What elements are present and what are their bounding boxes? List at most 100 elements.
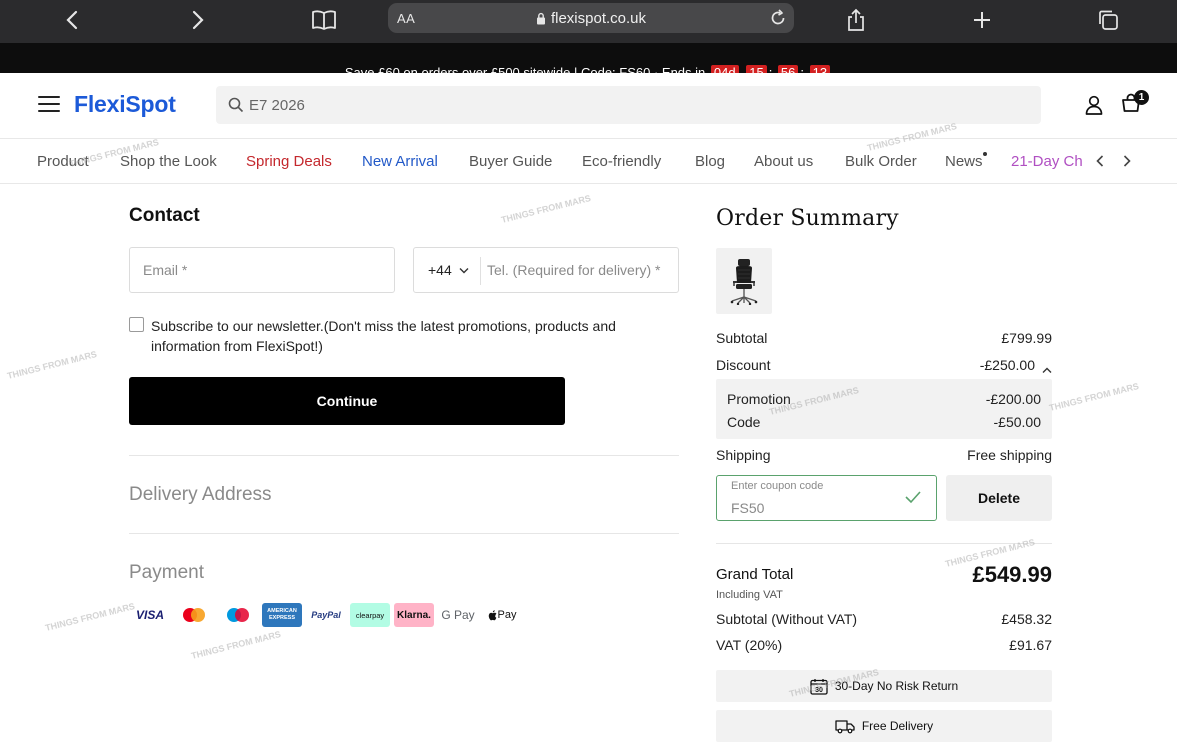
share-icon[interactable] [842, 6, 870, 34]
email-input[interactable] [130, 248, 394, 292]
vat-label: VAT (20%) [716, 637, 783, 653]
coupon-input[interactable]: Enter coupon code FS50 [716, 475, 937, 521]
promotion-label: Promotion [727, 391, 791, 407]
free-delivery-badge[interactable]: Free Delivery [716, 710, 1052, 742]
watermark: THINGS FROM MARS [44, 601, 136, 633]
apple-pay-logo: Pay [482, 603, 522, 627]
delivery-address-title[interactable]: Delivery Address [129, 484, 272, 506]
discount-row[interactable]: Discount -£250.00 [716, 357, 1052, 373]
phone-input[interactable] [474, 248, 674, 292]
newsletter-checkbox[interactable] [129, 317, 144, 332]
nav-item-new-arrival[interactable]: New Arrival [362, 153, 438, 170]
country-code-select[interactable]: +44 [428, 262, 469, 278]
subtotal-without-vat-row: Subtotal (Without VAT) £458.32 [716, 611, 1052, 627]
menu-icon[interactable] [38, 96, 60, 114]
bookmarks-icon[interactable] [310, 6, 338, 34]
search-bar[interactable] [216, 86, 1041, 124]
watermark: THINGS FROM MARS [1048, 381, 1140, 413]
email-field[interactable] [129, 247, 395, 293]
grand-total-value: £549.99 [972, 562, 1052, 587]
forward-icon[interactable] [184, 6, 212, 34]
countdown-seconds: 13 [809, 65, 831, 73]
nav-item-bulk-order[interactable]: Bulk Order [845, 153, 917, 170]
section-divider [129, 533, 679, 534]
site-logo[interactable]: FlexiSpot [74, 91, 176, 118]
grand-total-label: Grand Total [716, 566, 794, 583]
newsletter-label: Subscribe to our newsletter.(Don't miss … [151, 318, 616, 354]
browser-toolbar: AA flexispot.co.uk [0, 0, 1177, 43]
promotion-value: -£200.00 [985, 391, 1041, 407]
search-icon[interactable] [228, 97, 244, 113]
subtotal-label: Subtotal [716, 330, 768, 346]
summary-divider [716, 543, 1052, 544]
paypal-logo: PayPal [311, 610, 341, 620]
url-text: flexispot.co.uk [550, 10, 647, 27]
truck-icon [835, 720, 855, 734]
return-policy-text: 30-Day No Risk Return [834, 679, 959, 693]
product-thumbnail[interactable] [716, 248, 772, 314]
including-vat-note: Including VAT [716, 589, 783, 601]
code-row: Code -£50.00 [727, 414, 1041, 430]
search-input[interactable] [249, 86, 1009, 124]
discount-value: -£250.00 [979, 357, 1035, 373]
nav-prev-icon[interactable] [1090, 150, 1110, 172]
discount-breakdown: Promotion -£200.00 Code -£50.00 [716, 379, 1052, 439]
reload-icon[interactable] [768, 8, 788, 33]
news-indicator-dot [983, 152, 987, 156]
countdown-minutes: 56 [777, 65, 799, 73]
countdown-days: 04d [710, 65, 739, 73]
back-icon[interactable] [58, 6, 86, 34]
visa-logo: VISA [135, 608, 164, 622]
nav-item-about-us[interactable]: About us [754, 153, 813, 170]
watermark: THINGS FROM MARS [500, 193, 592, 225]
new-tab-icon[interactable] [968, 6, 996, 34]
calendar-days: 30 [815, 687, 823, 694]
calendar-icon: 30 [810, 678, 828, 695]
category-nav: Product Shop the Look Spring Deals New A… [0, 140, 1177, 184]
nav-item-news[interactable]: News [945, 153, 983, 170]
return-policy-badge[interactable]: 30 30-Day No Risk Return [716, 670, 1052, 702]
coupon-value[interactable]: FS50 [731, 500, 764, 516]
nav-item-eco-friendly[interactable]: Eco-friendly [582, 153, 661, 170]
discount-label: Discount [716, 357, 771, 373]
vat-value: £91.67 [1009, 637, 1052, 653]
nav-item-product[interactable]: Product [37, 153, 89, 170]
google-pay-logo: G Pay [441, 608, 475, 622]
apple-pay-label: Pay [497, 609, 517, 621]
maestro-logo [218, 603, 258, 627]
subtotal-value: £799.99 [1001, 330, 1052, 346]
contact-title: Contact [129, 205, 200, 226]
watermark: THINGS FROM MARS [6, 349, 98, 381]
nav-item-spring-deals[interactable]: Spring Deals [246, 153, 332, 170]
tabs-overview-icon[interactable] [1094, 6, 1122, 34]
chevron-up-icon[interactable] [1042, 361, 1052, 377]
payment-title[interactable]: Payment [129, 562, 204, 584]
address-bar[interactable]: AA flexispot.co.uk [388, 3, 794, 33]
order-summary-title: Order Summary [716, 206, 899, 231]
shipping-value: Free shipping [967, 447, 1052, 463]
account-icon[interactable] [1085, 95, 1103, 120]
cart-count-badge: 1 [1134, 90, 1149, 105]
clearpay-logo: clearpay [350, 603, 390, 627]
promo-banner[interactable]: Save £60 on orders over £500 sitewide | … [0, 43, 1177, 73]
nav-item-21-day-challenge[interactable]: 21-Day Ch [1011, 153, 1083, 170]
delete-coupon-button[interactable]: Delete [946, 475, 1052, 521]
url-display[interactable]: flexispot.co.uk [388, 10, 794, 29]
country-code-value: +44 [428, 262, 452, 278]
countdown-hours: 15 [746, 65, 767, 73]
lock-icon [536, 12, 546, 29]
nav-item-buyer-guide[interactable]: Buyer Guide [469, 153, 552, 170]
subtotal-row: Subtotal £799.99 [716, 330, 1052, 346]
klarna-logo: Klarna. [394, 603, 434, 627]
nav-next-icon[interactable] [1117, 150, 1137, 172]
coupon-label: Enter coupon code [731, 480, 824, 492]
watermark: THINGS FROM MARS [190, 629, 282, 661]
nav-item-shop-the-look[interactable]: Shop the Look [120, 153, 217, 170]
code-label: Code [727, 414, 761, 430]
promotion-row: Promotion -£200.00 [727, 391, 1041, 407]
nav-item-blog[interactable]: Blog [695, 153, 725, 170]
continue-button[interactable]: Continue [129, 377, 565, 425]
amex-logo: AMERICAN EXPRESS [262, 603, 302, 627]
phone-field[interactable]: +44 [413, 247, 679, 293]
code-value: -£50.00 [993, 414, 1041, 430]
